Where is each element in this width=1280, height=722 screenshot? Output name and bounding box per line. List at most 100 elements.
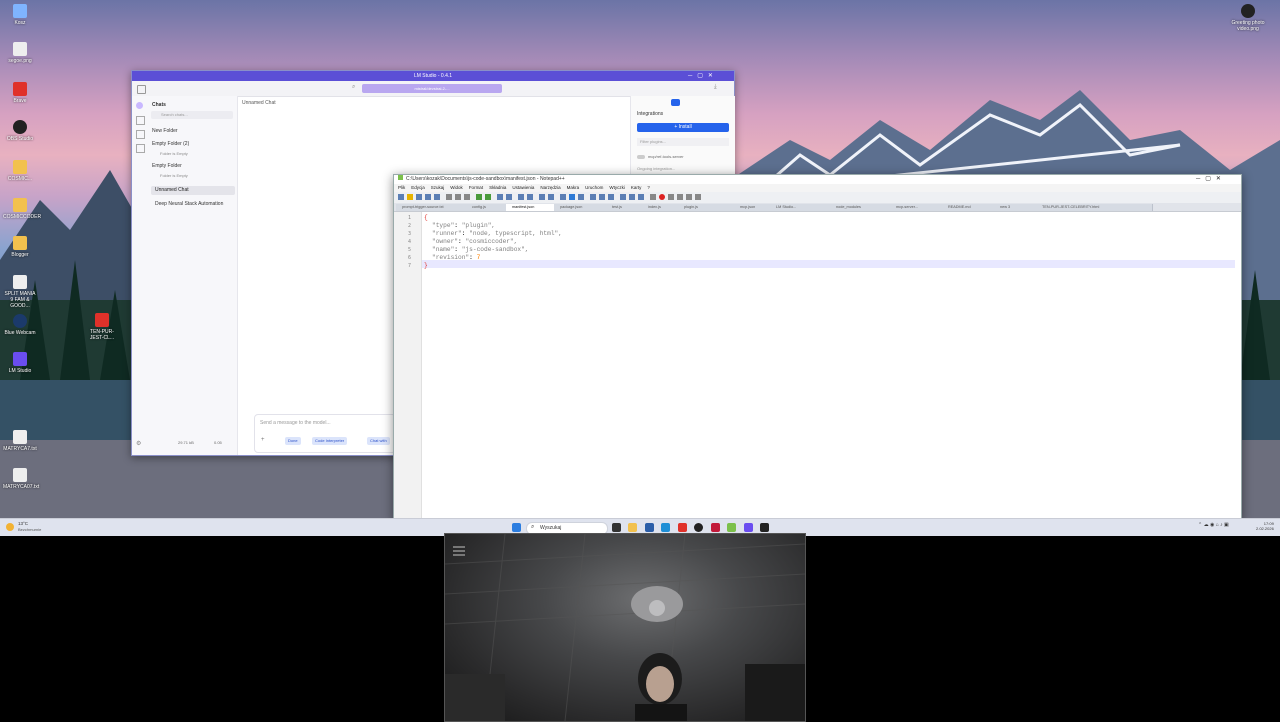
desktop-icon-folder[interactable]: COSMIC...: [3, 160, 37, 182]
window-controls[interactable]: ─ ▢ ✕: [1196, 175, 1221, 184]
settings-icon[interactable]: ⚙: [136, 440, 141, 447]
chip-chat-with[interactable]: Chat with: [367, 437, 390, 445]
desktop-icon-obs[interactable]: Greeting photo video.png: [1231, 4, 1265, 32]
tab-active[interactable]: manifest.json: [506, 204, 559, 211]
desktop-icon-file[interactable]: MATRYCA7.txt: [3, 430, 37, 452]
plugin-icon[interactable]: [671, 99, 680, 106]
menu-widok[interactable]: Widok: [450, 185, 463, 190]
tab[interactable]: README.md: [942, 204, 999, 211]
desktop-icon-folder[interactable]: COSMICCODER: [3, 198, 42, 220]
tab[interactable]: plugin.js: [678, 204, 739, 211]
brave-icon[interactable]: [678, 523, 687, 532]
folder-item[interactable]: Empty Folder (2): [152, 141, 189, 147]
notepad-plus-plus-window[interactable]: C:\Users\kozak\Documents\js-code-sandbox…: [393, 174, 1242, 521]
tab[interactable]: mcp-server...: [890, 204, 947, 211]
edge-icon[interactable]: [661, 523, 670, 532]
tab[interactable]: node_modules: [830, 204, 895, 211]
tab[interactable]: new 3: [994, 204, 1041, 211]
install-button[interactable]: + Install: [637, 123, 729, 132]
desktop-icon-recycle-bin[interactable]: Kosz: [3, 4, 37, 26]
task-view-icon[interactable]: [612, 523, 621, 532]
desktop-icon-webcam[interactable]: Blue Webcam: [3, 314, 37, 336]
tab[interactable]: package.json: [554, 204, 611, 211]
tab[interactable]: prompt-trigger-source.txt: [396, 204, 471, 211]
store-icon[interactable]: [645, 523, 654, 532]
folder-empty-note: Folder is Empty: [160, 173, 188, 178]
models-icon[interactable]: [136, 130, 145, 139]
developer-icon[interactable]: [136, 144, 145, 153]
line-number: 1: [407, 215, 411, 221]
desktop-icon-lm-studio[interactable]: LM Studio: [3, 352, 37, 374]
notepad-plus-plus-icon[interactable]: [727, 523, 736, 532]
start-icon[interactable]: [512, 523, 521, 532]
menu-plik[interactable]: Plik: [398, 185, 405, 190]
code-line: "revision": 7: [432, 254, 481, 261]
clock-date: 2.02.2026: [1256, 526, 1274, 531]
download-icon[interactable]: ⤓: [714, 84, 717, 91]
chip-code-interpreter[interactable]: Code Interpreter: [312, 437, 348, 445]
desktop-icon-file[interactable]: segoe.png: [3, 42, 37, 64]
tab[interactable]: test.js: [606, 204, 647, 211]
desktop-icon-label: Blogger: [11, 252, 29, 258]
file-explorer-icon[interactable]: [628, 523, 637, 532]
search-chats-input[interactable]: Search chats...: [151, 111, 233, 119]
chat-item-selected[interactable]: Unnamed Chat: [151, 186, 235, 195]
desktop-icon-brave[interactable]: Brave: [3, 82, 37, 104]
app-icon[interactable]: [711, 523, 720, 532]
menu-narzedzia[interactable]: Narzędzia: [540, 185, 560, 190]
folder-item[interactable]: Empty Folder: [152, 163, 182, 169]
tray-icons[interactable]: ⌃ ☁ ◉ ⌂ ♪ ▣: [1198, 522, 1229, 528]
desktop-icon-file[interactable]: SPLIT MANIA 9 FAM & GOOD...: [3, 275, 37, 309]
line-number: 2: [407, 223, 411, 229]
search-icon[interactable]: ⌕: [352, 84, 355, 91]
menu-karty[interactable]: Karty: [631, 185, 642, 190]
desktop-icon-label: COSMICCODER: [3, 214, 42, 220]
lm-toolbar: ⌕ mistral/devstral-2-... ⤓: [132, 81, 734, 97]
file-icon: [13, 275, 27, 289]
line-number: 5: [407, 247, 411, 253]
filter-plugins-input[interactable]: Filter plugins...: [637, 138, 729, 146]
model-selector[interactable]: mistral/devstral-2-...: [362, 84, 502, 93]
desktop-icon-obs[interactable]: OBS Studio: [3, 120, 37, 142]
sidebar-toggle-icon[interactable]: [137, 85, 146, 94]
obs-icon[interactable]: [694, 523, 703, 532]
webcam-feed-image: [445, 534, 805, 721]
menu-ustawienia[interactable]: Ustawienia: [512, 185, 534, 190]
tab[interactable]: mcp.json: [734, 204, 775, 211]
menu-wtyczki[interactable]: Wtyczki: [609, 185, 625, 190]
clock[interactable]: 17:09 2.02.2026: [1256, 521, 1274, 531]
desktop-icon-brave[interactable]: TEN-PUR-JEST-CL...: [85, 313, 119, 341]
menu-edycja[interactable]: Edycja: [411, 185, 425, 190]
toolbar-icons[interactable]: [394, 192, 714, 203]
code-editor[interactable]: 1 2 3 4 5 6 7 { "type": "plugin", "runne…: [394, 212, 1241, 520]
weather-icon[interactable]: [6, 523, 14, 531]
weather-desc: Bezchmurnie: [18, 527, 42, 532]
plugin-toggle[interactable]: [637, 155, 645, 159]
chat-icon[interactable]: [136, 102, 143, 109]
tab[interactable]: index.js: [642, 204, 683, 211]
add-icon[interactable]: +: [261, 437, 265, 443]
lm-studio-icon[interactable]: [744, 523, 753, 532]
chip-done[interactable]: Done: [285, 437, 301, 445]
menu-format[interactable]: Format: [469, 185, 483, 190]
window-controls[interactable]: ─ ▢ ✕: [688, 71, 713, 81]
tab[interactable]: LM Studio...: [770, 204, 835, 211]
tab[interactable]: TEN-PUR-JEST-CELEBRITY.html: [1036, 204, 1153, 211]
new-folder-button[interactable]: New Folder: [152, 128, 178, 134]
explore-icon[interactable]: [136, 116, 145, 125]
desktop-icon-folder[interactable]: Blogger: [3, 236, 37, 258]
message-input[interactable]: Send a message to the model... + Done Co…: [254, 414, 396, 453]
notepad-app-icon: [398, 175, 403, 180]
menu-makra[interactable]: Makra: [567, 185, 580, 190]
search-icon: ⌕: [531, 524, 535, 530]
menu-uruchom[interactable]: Uruchom: [585, 185, 603, 190]
chat-item[interactable]: Deep Neural Stack Automation: [155, 201, 223, 207]
menu-skladnia[interactable]: Składnia: [489, 185, 506, 190]
menu-szukaj[interactable]: Szukaj: [431, 185, 445, 190]
menu-help[interactable]: ?: [647, 185, 650, 190]
tab[interactable]: config.js: [466, 204, 511, 211]
terminal-icon[interactable]: [760, 523, 769, 532]
desktop-icon-label: MATRYCA07.txt: [3, 484, 40, 490]
desktop-icon-label: MATRYCA7.txt: [3, 446, 37, 452]
desktop-icon-file[interactable]: MATRYCA07.txt: [3, 468, 40, 490]
